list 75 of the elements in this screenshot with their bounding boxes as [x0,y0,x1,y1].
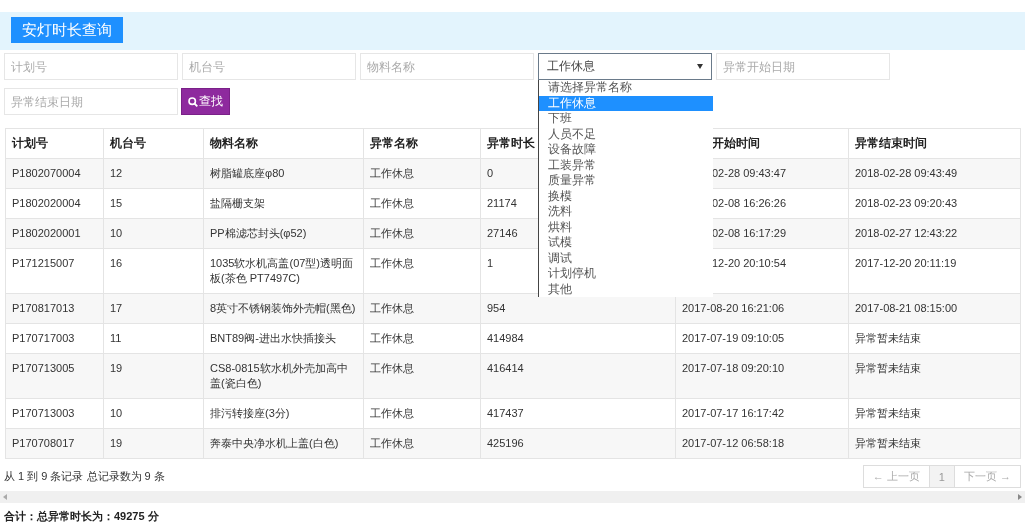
table-cell: 416414 [480,353,676,399]
table-cell: 16 [103,248,204,294]
table-cell: 1035软水机高盖(07型)透明面板(茶色 PT7497C) [203,248,364,294]
table-cell: P1802070004 [5,158,104,189]
dropdown-option[interactable]: 请选择异常名称 [539,80,713,96]
text-field[interactable]: 异常开始日期 [716,53,890,80]
dropdown-option[interactable]: 下班 [539,111,713,127]
table-cell: P170817013 [5,293,104,324]
search-button[interactable]: 查找 [181,88,230,115]
table-cell: 工作休息 [363,248,481,294]
table-cell: 工作休息 [363,293,481,324]
table-cell: P1802020004 [5,188,104,219]
table-cell: 奔泰中央净水机上盖(白色) [203,428,364,459]
column-header: 计划号 [5,128,104,159]
table-cell: 工作休息 [363,398,481,429]
column-header: 异常结束时间 [848,128,1021,159]
table-cell: 417437 [480,398,676,429]
table-cell: P1802020001 [5,218,104,249]
table-cell: 工作休息 [363,428,481,459]
table-cell: 2017-08-21 08:15:00 [848,293,1021,324]
table-cell: P170713005 [5,353,104,399]
search-icon [188,96,198,107]
column-header: 异常名称 [363,128,481,159]
table-cell: 11 [103,323,204,354]
total-summary: 合计：总异常时长为：49275 分 [4,509,160,524]
text-field[interactable]: 异常结束日期 [4,88,178,115]
table-cell: 414984 [480,323,676,354]
table-cell: 异常暂未结束 [848,398,1021,429]
table-cell: 10 [103,218,204,249]
table-cell: 10 [103,398,204,429]
table-cell: 17 [103,293,204,324]
table-cell: 异常暂未结束 [848,323,1021,354]
right-arrow-icon[interactable] [1018,494,1022,500]
table-cell: BNT89阀-进出水快插接头 [203,323,364,354]
table-cell: 2017-07-18 09:20:10 [675,353,849,399]
table-cell: 19 [103,353,204,399]
table-cell: CS8-0815软水机外壳加高中盖(瓷白色) [203,353,364,399]
table-cell: 2017-07-17 16:17:42 [675,398,849,429]
table-cell: 盐隔栅支架 [203,188,364,219]
table-cell: 19 [103,428,204,459]
record-count: 从 1 到 9 条记录 总记录数为 9 条 [4,469,165,484]
table-cell: 2018-02-23 09:20:43 [848,188,1021,219]
table-cell: P170708017 [5,428,104,459]
table-cell: 2017-12-20 20:11:19 [848,248,1021,294]
text-field[interactable]: 计划号 [4,53,178,80]
page-title: 安灯时长查询 [11,17,123,43]
table-cell: 15 [103,188,204,219]
table-cell: 工作休息 [363,158,481,189]
column-header: 物料名称 [203,128,364,159]
table-cell: 树脂罐底座φ80 [203,158,364,189]
table-cell: 2018-02-27 12:43:22 [848,218,1021,249]
table-cell: PP棉滤芯封头(φ52) [203,218,364,249]
table-cell: 异常暂未结束 [848,428,1021,459]
table-cell: 2017-07-12 06:58:18 [675,428,849,459]
caret-icon [697,64,703,69]
table-cell: 2017-07-19 09:10:05 [675,323,849,354]
table-cell: P171215007 [5,248,104,294]
table-cell: 2018-02-28 09:43:49 [848,158,1021,189]
table-cell: 425196 [480,428,676,459]
table-cell: 12 [103,158,204,189]
text-field[interactable]: 机台号 [182,53,356,80]
table-cell: P170717003 [5,323,104,354]
text-field[interactable]: 物料名称 [360,53,534,80]
column-header: 机台号 [103,128,204,159]
table-cell: 工作休息 [363,188,481,219]
left-arrow-icon[interactable] [3,494,7,500]
table-cell: 排污转接座(3分) [203,398,364,429]
table-cell: 工作休息 [363,323,481,354]
table-cell: 2017-08-20 16:21:06 [675,293,849,324]
table-cell: 工作休息 [363,353,481,399]
table-cell: P170713003 [5,398,104,429]
table-cell: 异常暂未结束 [848,353,1021,399]
table-cell: 工作休息 [363,218,481,249]
table-cell: 8英寸不锈钢装饰外壳帽(黑色) [203,293,364,324]
horizontal-scrollbar[interactable] [0,491,1025,503]
